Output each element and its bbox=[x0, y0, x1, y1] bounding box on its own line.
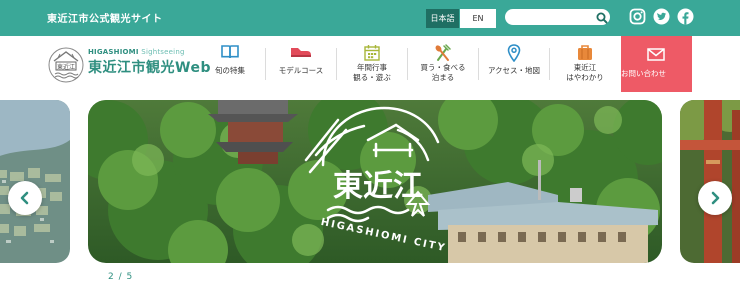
nav-label-model-course: モデルコース bbox=[278, 66, 324, 75]
logo-subtitle: HIGASHIOMI Sightseeing bbox=[88, 48, 185, 56]
nav-item-events[interactable]: 年間行事 観る・遊ぶ bbox=[337, 36, 407, 92]
nav-item-model-course[interactable]: モデルコース bbox=[266, 36, 336, 92]
book-icon bbox=[221, 45, 239, 59]
map-pin-icon bbox=[507, 44, 521, 62]
slide-current-image[interactable]: 東近江 HIGASHIOMI CITY bbox=[88, 100, 662, 263]
suitcase-icon bbox=[578, 45, 592, 60]
search-icon[interactable] bbox=[595, 10, 609, 24]
logo-sub-light: Sightseeing bbox=[141, 48, 185, 56]
svg-text:東近江: 東近江 bbox=[57, 63, 75, 71]
nav-item-access-map[interactable]: アクセス・地図 bbox=[479, 36, 549, 92]
nav-label-events: 年間行事 観る・遊ぶ bbox=[353, 63, 391, 82]
hero-slider: 東近江 HIGASHIOMI CITY bbox=[0, 100, 740, 263]
city-logo-icon[interactable]: 東近江 bbox=[46, 44, 86, 84]
chevron-right-icon bbox=[711, 191, 720, 205]
nav-contact-button[interactable]: お問い合わせ bbox=[621, 36, 692, 92]
slider-pager: 2 / 5 bbox=[108, 272, 134, 282]
search-box bbox=[505, 9, 610, 25]
slide-previous-image[interactable] bbox=[0, 100, 70, 263]
nav-label-shop-eat-stay: 買う・食べる 泊まる bbox=[420, 63, 466, 82]
slider-next-button[interactable] bbox=[698, 181, 732, 215]
nav-label-quick-guide: 東近江 はやわかり bbox=[566, 63, 604, 82]
logo-title[interactable]: 東近江市観光Web bbox=[88, 57, 211, 77]
search-input[interactable] bbox=[513, 10, 593, 24]
nav-label-contact: お問い合わせ bbox=[621, 69, 666, 78]
slide-logo-text: 東近江 bbox=[333, 169, 423, 204]
nav-item-feature[interactable]: 旬の特集 bbox=[195, 36, 265, 92]
nav-item-shop-eat-stay[interactable]: 買う・食べる 泊まる bbox=[408, 36, 478, 92]
nav-item-quick-guide[interactable]: 東近江 はやわかり bbox=[550, 36, 620, 92]
twitter-icon[interactable] bbox=[653, 8, 670, 25]
lang-en-button[interactable]: EN bbox=[460, 9, 496, 28]
chevron-left-icon bbox=[20, 191, 29, 205]
top-bar: 東近江市公式観光サイト 日本語 EN bbox=[0, 0, 740, 36]
lang-ja-button[interactable]: 日本語 bbox=[426, 9, 459, 28]
shoe-icon bbox=[291, 48, 311, 57]
instagram-icon[interactable] bbox=[629, 8, 646, 25]
calendar-icon bbox=[364, 45, 380, 61]
nav-label-feature: 旬の特集 bbox=[215, 66, 245, 75]
site-title[interactable]: 東近江市公式観光サイト bbox=[47, 10, 163, 25]
slider-prev-button[interactable] bbox=[8, 181, 42, 215]
logo-sub-bold: HIGASHIOMI bbox=[88, 48, 139, 56]
mail-icon bbox=[647, 48, 665, 61]
nav-label-access-map: アクセス・地図 bbox=[487, 66, 541, 75]
facebook-icon[interactable] bbox=[677, 8, 694, 25]
fork-spoon-icon bbox=[435, 44, 451, 61]
